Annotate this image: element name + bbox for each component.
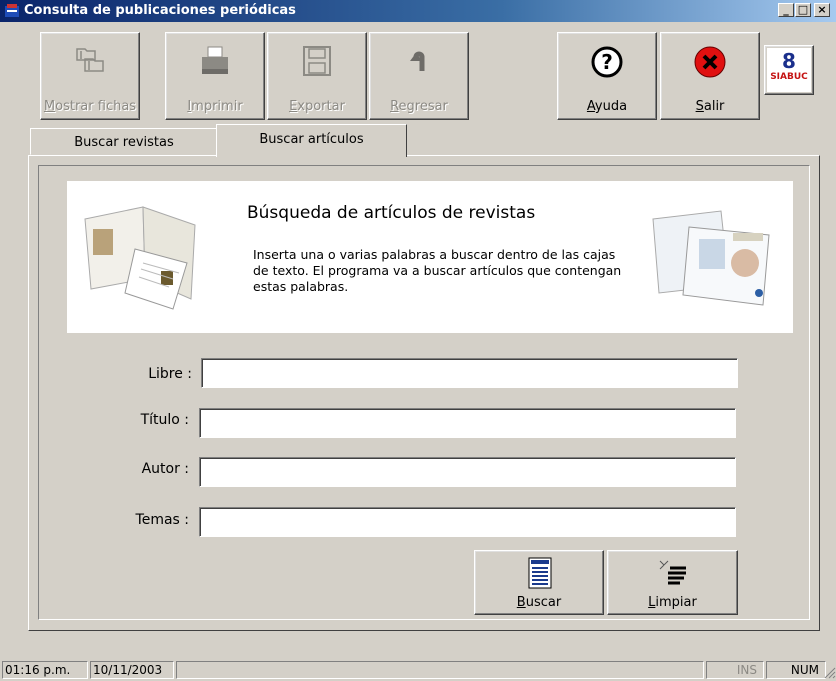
status-num: NUM (766, 661, 826, 679)
mostrar-fichas-button[interactable]: Mostrar fichas (40, 32, 140, 120)
banner-description: Inserta una o varias palabras a buscar d… (253, 247, 622, 294)
libre-input[interactable] (202, 359, 737, 387)
tab-buscar-articulos[interactable]: Buscar artículos (216, 124, 407, 157)
autor-label: Autor : (141, 461, 189, 477)
salir-button[interactable]: Salir (660, 32, 760, 120)
svg-text:SIABUC: SIABUC (770, 72, 808, 82)
status-date: 10/11/2003 (90, 661, 174, 679)
status-message (176, 661, 704, 679)
libre-field[interactable] (201, 358, 738, 388)
app-icon (5, 4, 19, 17)
svg-text:8: 8 (782, 49, 796, 73)
maximize-button[interactable]: □ (795, 3, 811, 17)
printer-icon (166, 45, 264, 79)
tab-buscar-revistas[interactable]: Buscar revistas (30, 128, 218, 155)
question-icon: ? (558, 45, 656, 79)
magazine-illustration-left (84, 206, 196, 310)
return-arrow-icon (370, 45, 468, 79)
status-ins: INS (706, 661, 764, 679)
svg-text:?: ? (601, 50, 613, 74)
red-x-icon (661, 45, 759, 79)
imprimir-button[interactable]: Imprimir (165, 32, 265, 120)
libre-label: Libre : (148, 366, 192, 382)
minimize-button[interactable]: _ (778, 3, 794, 17)
temas-label: Temas : (135, 512, 189, 528)
ayuda-button[interactable]: ? Ayuda (557, 32, 657, 120)
status-time: 01:16 p.m. (2, 661, 88, 679)
clear-lines-icon (659, 560, 686, 585)
buscar-button[interactable]: Buscar (474, 550, 604, 615)
banner-title: Búsqueda de artículos de revistas (247, 203, 536, 223)
siabuc-logo-icon: 8 SIABUC (767, 48, 811, 92)
floppy-disk-icon (268, 45, 366, 79)
close-button[interactable]: × (814, 3, 830, 17)
limpiar-button[interactable]: Limpiar (607, 550, 738, 615)
magazine-illustration-right (652, 210, 770, 306)
regresar-button[interactable]: Regresar (369, 32, 469, 120)
document-list-icon (528, 557, 552, 589)
title-bar: Consulta de publicaciones periódicas _ □… (0, 0, 836, 22)
window-title: Consulta de publicaciones periódicas (24, 3, 296, 18)
titulo-field[interactable] (199, 408, 736, 438)
cards-icon (41, 45, 139, 79)
autor-field[interactable] (199, 457, 736, 487)
status-bar: 01:16 p.m. 10/11/2003 INS NUM (0, 657, 836, 681)
titulo-input[interactable] (200, 409, 735, 437)
siabuc-logo: 8 SIABUC (764, 45, 814, 95)
resize-grip-icon[interactable] (824, 667, 836, 679)
info-banner: Búsqueda de artículos de revistas Insert… (67, 181, 793, 333)
autor-input[interactable] (200, 458, 735, 486)
temas-input[interactable] (200, 508, 735, 536)
exportar-button[interactable]: Exportar (267, 32, 367, 120)
titulo-label: Título : (140, 412, 189, 428)
temas-field[interactable] (199, 507, 736, 537)
